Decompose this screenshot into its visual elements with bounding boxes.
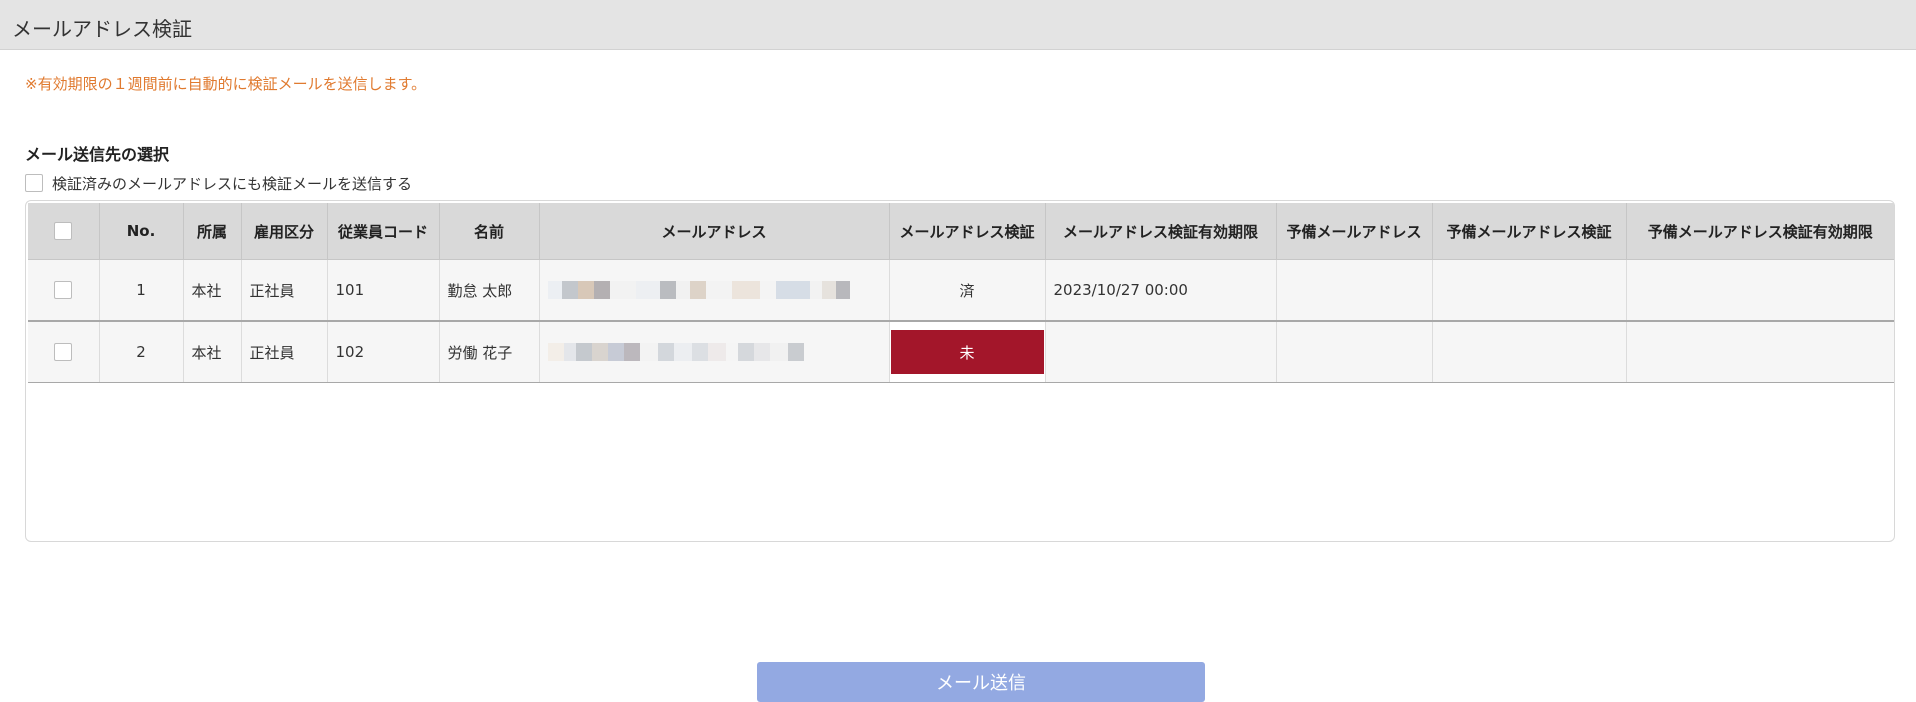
header-select-all[interactable] <box>28 203 100 260</box>
row-select-cell[interactable] <box>28 259 100 322</box>
cell-verified-highlighted: 未 <box>889 321 1046 383</box>
header-expiry: メールアドレス検証有効期限 <box>1045 203 1277 260</box>
header-dept: 所属 <box>183 203 242 260</box>
row-checkbox[interactable] <box>54 343 73 362</box>
cell-spare-expiry <box>1626 259 1894 322</box>
redacted-email <box>547 281 850 300</box>
cell-email <box>539 321 890 383</box>
header-email: メールアドレス <box>539 203 890 260</box>
cell-spare-expiry <box>1626 321 1894 383</box>
header-name: 名前 <box>439 203 540 260</box>
cell-spare-email <box>1276 259 1433 322</box>
title-bar: メールアドレス検証 <box>0 0 1916 50</box>
recipient-section-title: メール送信先の選択 <box>25 145 170 164</box>
cell-employment: 正社員 <box>241 321 328 383</box>
cell-spare-email <box>1276 321 1433 383</box>
cell-employment: 正社員 <box>241 259 328 322</box>
row-select-cell[interactable] <box>28 321 100 383</box>
header-spare-expiry: 予備メールアドレス検証有効期限 <box>1626 203 1894 260</box>
cell-expiry <box>1045 321 1277 383</box>
header-spare-email: 予備メールアドレス <box>1276 203 1433 260</box>
cell-expiry: 2023/10/27 00:00 <box>1045 259 1277 322</box>
select-all-checkbox[interactable] <box>54 222 73 241</box>
include-verified-option[interactable]: 検証済みのメールアドレスにも検証メールを送信する <box>25 172 412 194</box>
cell-spare-verified <box>1432 321 1627 383</box>
employee-panel: No. 所属 雇用区分 従業員コード 名前 メールアドレス メールアドレス検証 … <box>25 200 1895 702</box>
cell-verified: 済 <box>889 259 1046 322</box>
highlight-box: 未 <box>889 321 1044 382</box>
include-verified-label[interactable]: 検証済みのメールアドレスにも検証メールを送信する <box>52 173 412 194</box>
auto-send-notice: ※有効期限の１週間前に自動的に検証メールを送信します。 <box>25 75 427 93</box>
cell-dept: 本社 <box>183 259 242 322</box>
header-verified: メールアドレス検証 <box>889 203 1046 260</box>
table-row: 1 本社 正社員 101 勤怠 太郎 済 2023/10/27 00:00 <box>28 259 1894 322</box>
page-title: メールアドレス検証 <box>12 17 192 41</box>
table-header-row: No. 所属 雇用区分 従業員コード 名前 メールアドレス メールアドレス検証 … <box>28 203 1894 260</box>
header-no: No. <box>99 203 184 260</box>
cell-spare-verified <box>1432 259 1627 322</box>
cell-email <box>539 259 890 322</box>
header-employment: 雇用区分 <box>241 203 328 260</box>
cell-name: 勤怠 太郎 <box>439 259 540 322</box>
row-checkbox[interactable] <box>54 281 73 300</box>
redacted-email <box>547 343 804 362</box>
header-code: 従業員コード <box>327 203 440 260</box>
send-mail-button[interactable]: メール送信 <box>757 662 1205 702</box>
cell-no: 1 <box>99 259 184 322</box>
employee-table: No. 所属 雇用区分 従業員コード 名前 メールアドレス メールアドレス検証 … <box>28 203 1894 383</box>
include-verified-checkbox[interactable] <box>25 174 43 192</box>
cell-no: 2 <box>99 321 184 383</box>
unverified-badge: 未 <box>890 330 1044 374</box>
cell-code: 101 <box>327 259 440 322</box>
header-spare-verified: 予備メールアドレス検証 <box>1432 203 1627 260</box>
cell-dept: 本社 <box>183 321 242 383</box>
table-row: 2 本社 正社員 102 労働 花子 未 <box>28 321 1894 383</box>
cell-code: 102 <box>327 321 440 383</box>
cell-name: 労働 花子 <box>439 321 540 383</box>
